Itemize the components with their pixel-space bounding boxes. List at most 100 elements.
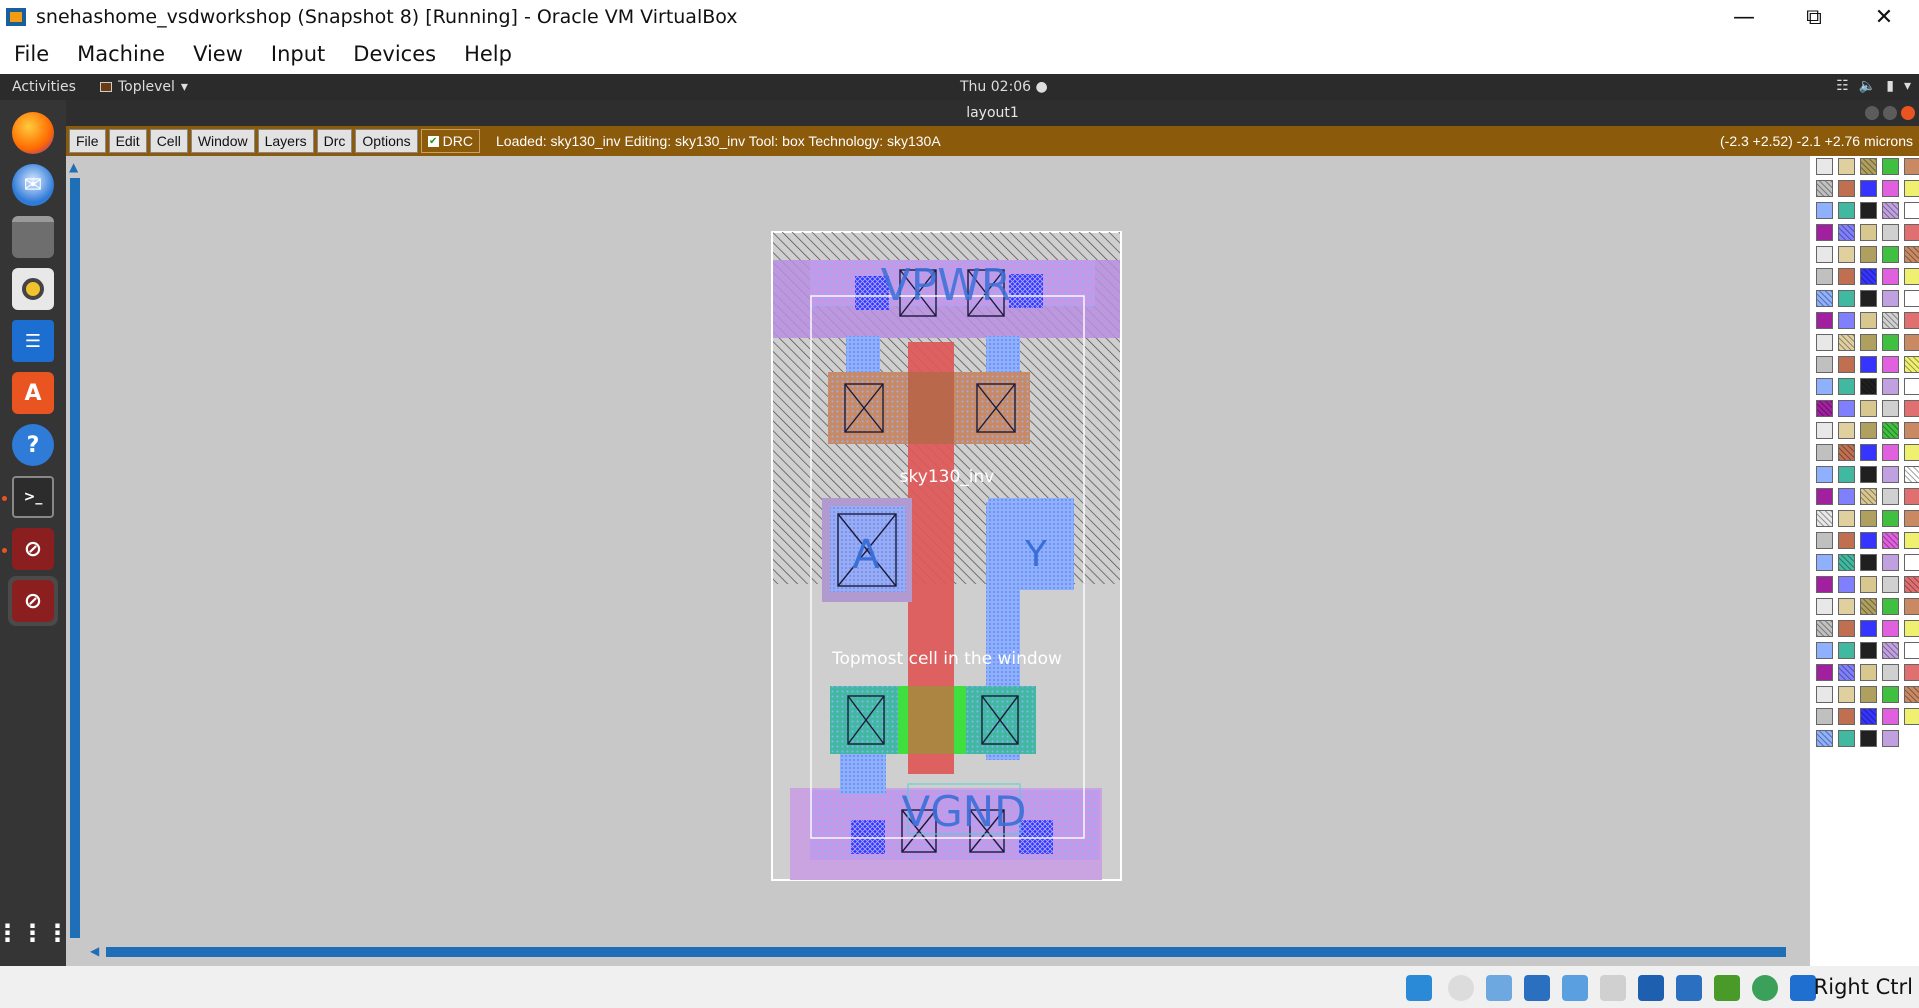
- layer-swatch[interactable]: [1838, 686, 1855, 703]
- layer-swatch[interactable]: [1816, 532, 1833, 549]
- layer-swatch[interactable]: [1838, 202, 1855, 219]
- menu-input[interactable]: Input: [257, 42, 339, 66]
- layer-swatch[interactable]: [1860, 290, 1877, 307]
- recording-icon[interactable]: [1676, 975, 1702, 1001]
- layer-swatch[interactable]: [1816, 356, 1833, 373]
- layer-swatch[interactable]: [1904, 312, 1919, 329]
- layer-swatch[interactable]: [1904, 180, 1919, 197]
- layer-swatch[interactable]: [1860, 730, 1877, 747]
- layer-swatch[interactable]: [1860, 488, 1877, 505]
- layer-swatch[interactable]: [1904, 686, 1919, 703]
- layer-swatch[interactable]: [1904, 334, 1919, 351]
- layer-swatch[interactable]: [1882, 554, 1899, 571]
- layer-swatch[interactable]: [1904, 576, 1919, 593]
- storage-icon[interactable]: [1600, 975, 1626, 1001]
- close-button[interactable]: ✕: [1854, 0, 1914, 34]
- layer-swatch[interactable]: [1882, 532, 1899, 549]
- layer-swatch[interactable]: [1838, 158, 1855, 175]
- layer-swatch[interactable]: [1860, 466, 1877, 483]
- layer-swatch[interactable]: [1838, 620, 1855, 637]
- layer-swatch[interactable]: [1904, 378, 1919, 395]
- layer-swatch[interactable]: [1860, 202, 1877, 219]
- layer-swatch[interactable]: [1904, 224, 1919, 241]
- layer-swatch[interactable]: [1816, 642, 1833, 659]
- layer-swatch[interactable]: [1860, 334, 1877, 351]
- layer-swatch[interactable]: [1860, 642, 1877, 659]
- layer-swatch[interactable]: [1904, 554, 1919, 571]
- layer-swatch[interactable]: [1816, 202, 1833, 219]
- layer-swatch[interactable]: [1904, 400, 1919, 417]
- layer-swatch[interactable]: [1860, 510, 1877, 527]
- layer-swatch[interactable]: [1816, 444, 1833, 461]
- layer-swatch[interactable]: [1904, 268, 1919, 285]
- menu-view[interactable]: View: [179, 42, 257, 66]
- minimize-button[interactable]: —: [1714, 0, 1774, 34]
- layer-swatch[interactable]: [1882, 686, 1899, 703]
- layer-swatch[interactable]: [1838, 730, 1855, 747]
- layer-swatch[interactable]: [1882, 356, 1899, 373]
- layer-swatch[interactable]: [1882, 334, 1899, 351]
- layer-swatch[interactable]: [1882, 642, 1899, 659]
- layer-swatch[interactable]: [1882, 466, 1899, 483]
- layer-swatch[interactable]: [1860, 378, 1877, 395]
- layer-swatch[interactable]: [1838, 312, 1855, 329]
- shared-folders-icon[interactable]: [1562, 975, 1588, 1001]
- layer-swatch[interactable]: [1838, 708, 1855, 725]
- layer-swatch[interactable]: [1838, 532, 1855, 549]
- layer-swatch[interactable]: [1838, 400, 1855, 417]
- layer-swatch[interactable]: [1816, 730, 1833, 747]
- layer-swatch[interactable]: [1816, 312, 1833, 329]
- layer-swatch[interactable]: [1860, 158, 1877, 175]
- layer-swatch[interactable]: [1904, 488, 1919, 505]
- layer-swatch[interactable]: [1838, 378, 1855, 395]
- layer-swatch[interactable]: [1882, 224, 1899, 241]
- menu-file[interactable]: File: [0, 42, 63, 66]
- cpu-icon[interactable]: [1714, 975, 1740, 1001]
- layer-swatch[interactable]: [1882, 664, 1899, 681]
- layer-swatch[interactable]: [1838, 598, 1855, 615]
- layer-swatch[interactable]: [1816, 400, 1833, 417]
- layer-swatch[interactable]: [1860, 312, 1877, 329]
- layer-swatch[interactable]: [1882, 620, 1899, 637]
- layer-swatch[interactable]: [1816, 466, 1833, 483]
- layer-swatch[interactable]: [1860, 686, 1877, 703]
- mouse-integration-icon[interactable]: [1752, 975, 1778, 1001]
- layer-swatch[interactable]: [1904, 598, 1919, 615]
- layer-swatch[interactable]: [1816, 246, 1833, 263]
- layer-swatch[interactable]: [1882, 268, 1899, 285]
- layer-swatch[interactable]: [1816, 576, 1833, 593]
- layer-swatch[interactable]: [1838, 642, 1855, 659]
- layer-swatch[interactable]: [1860, 180, 1877, 197]
- layer-swatch[interactable]: [1816, 620, 1833, 637]
- layer-swatch[interactable]: [1860, 598, 1877, 615]
- layer-swatch[interactable]: [1904, 158, 1919, 175]
- layer-swatch[interactable]: [1860, 224, 1877, 241]
- layer-swatch[interactable]: [1882, 180, 1899, 197]
- layer-swatch[interactable]: [1904, 708, 1919, 725]
- layer-swatch[interactable]: [1904, 642, 1919, 659]
- layer-swatch[interactable]: [1860, 422, 1877, 439]
- layer-swatch[interactable]: [1904, 246, 1919, 263]
- layer-swatch[interactable]: [1838, 510, 1855, 527]
- layer-swatch[interactable]: [1860, 444, 1877, 461]
- layer-swatch[interactable]: [1838, 224, 1855, 241]
- layer-swatch[interactable]: [1838, 290, 1855, 307]
- layer-swatch[interactable]: [1860, 576, 1877, 593]
- layer-swatch[interactable]: [1838, 356, 1855, 373]
- layer-swatch[interactable]: [1904, 356, 1919, 373]
- layer-swatch[interactable]: [1816, 686, 1833, 703]
- layer-swatch[interactable]: [1904, 620, 1919, 637]
- layer-swatch[interactable]: [1816, 290, 1833, 307]
- layer-swatch[interactable]: [1882, 290, 1899, 307]
- layer-swatch[interactable]: [1882, 730, 1899, 747]
- audio-icon[interactable]: [1406, 975, 1432, 1001]
- layer-swatch[interactable]: [1816, 422, 1833, 439]
- layer-swatch[interactable]: [1882, 510, 1899, 527]
- layer-swatch[interactable]: [1882, 400, 1899, 417]
- layer-swatch[interactable]: [1860, 268, 1877, 285]
- menu-help[interactable]: Help: [450, 42, 526, 66]
- layer-swatch[interactable]: [1838, 576, 1855, 593]
- layer-swatch[interactable]: [1904, 422, 1919, 439]
- layer-swatch[interactable]: [1882, 202, 1899, 219]
- layer-swatch[interactable]: [1838, 466, 1855, 483]
